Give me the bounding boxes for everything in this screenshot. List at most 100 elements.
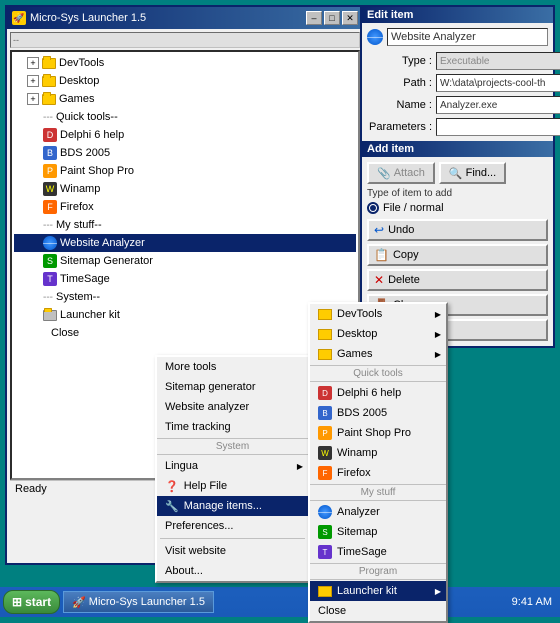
tree-item-paintshop[interactable]: P Paint Shop Pro (14, 162, 356, 180)
sub-close[interactable]: Close (310, 601, 446, 621)
taskbar-item-launcher[interactable]: 🚀 Micro-Sys Launcher 1.5 (63, 591, 214, 613)
tree-item-bds[interactable]: B BDS 2005 (14, 144, 356, 162)
ctx-time-tracking[interactable]: Time tracking (157, 417, 308, 437)
attach-button[interactable]: 📎 Attach (367, 162, 435, 184)
delete-button[interactable]: ✕ Delete (367, 269, 548, 291)
params-input[interactable] (436, 118, 560, 136)
tree-item-delphi[interactable]: D Delphi 6 help (14, 126, 356, 144)
sub-icon-paintshop: P (318, 426, 332, 440)
ctx-lingua[interactable]: Lingua (157, 456, 308, 476)
expand-devtools[interactable]: + (27, 57, 39, 69)
tree-item-mystuff: --- My stuff-- (14, 216, 356, 234)
sub-icon-delphi: D (318, 386, 332, 400)
ctx-visit-website[interactable]: Visit website (157, 541, 308, 561)
tree-item-firefox[interactable]: F Firefox (14, 198, 356, 216)
restore-button[interactable]: □ (324, 11, 340, 25)
radio-file-normal[interactable] (367, 202, 379, 214)
start-icon: ⊞ (12, 595, 22, 609)
tree-label-timesage: TimeSage (60, 273, 110, 285)
icon-webanalyzer (43, 236, 57, 250)
params-label: Parameters : (367, 121, 432, 133)
sub-winamp[interactable]: W Winamp (310, 443, 446, 463)
tree-item-devtools[interactable]: + DevTools (14, 54, 356, 72)
ctx-about[interactable]: About... (157, 561, 308, 581)
radio-file-label: File / normal (383, 202, 444, 214)
path-row: Path : (367, 74, 548, 92)
undo-label: Undo (388, 224, 414, 236)
tree-item-games[interactable]: + Games (14, 90, 356, 108)
sub-icon-winamp: W (318, 446, 332, 460)
tree-label-paintshop: Paint Shop Pro (60, 165, 134, 177)
sub-bds[interactable]: B BDS 2005 (310, 403, 446, 423)
sub-timesage[interactable]: T TimeSage (310, 542, 446, 562)
start-label: start (25, 595, 51, 609)
attach-icon: 📎 (377, 167, 391, 180)
sub-icon-sitemap: S (318, 525, 332, 539)
tree-label-quicktools: Quick tools-- (56, 111, 118, 123)
tree-label-bds: BDS 2005 (60, 147, 110, 159)
sub-bds-label: BDS 2005 (337, 407, 387, 419)
context-menu-submenu: DevTools Desktop Games Quick tools D Del… (308, 302, 448, 623)
ctx-about-label: About... (165, 565, 203, 577)
minimize-button[interactable]: – (306, 11, 322, 25)
sub-launcherkit[interactable]: Launcher kit (310, 581, 446, 601)
path-label: Path : (367, 77, 432, 89)
sub-analyzer[interactable]: Analyzer (310, 502, 446, 522)
sub-delphi[interactable]: D Delphi 6 help (310, 383, 446, 403)
ctx-sitemap-gen-label: Sitemap generator (165, 381, 256, 393)
sub-timesage-label: TimeSage (337, 546, 387, 558)
ctx-manage-items[interactable]: 🔧 Manage items... (157, 496, 308, 516)
app-icon: 🚀 (12, 11, 26, 25)
item-name-header-input[interactable] (387, 28, 548, 46)
tree-item-sitemapgen[interactable]: S Sitemap Generator (14, 252, 356, 270)
tree-item-winamp[interactable]: W Winamp (14, 180, 356, 198)
expand-desktop[interactable]: + (27, 75, 39, 87)
sub-sitemap[interactable]: S Sitemap (310, 522, 446, 542)
path-input[interactable] (436, 74, 560, 92)
close-button[interactable]: ✕ (342, 11, 358, 25)
sub-paintshop[interactable]: P Paint Shop Pro (310, 423, 446, 443)
toolbar-area: -- (10, 32, 360, 48)
edit-panel: Edit item Type : Path : Name : Parameter… (360, 5, 555, 348)
undo-button[interactable]: ↩ Undo (367, 219, 548, 241)
tree-item-launcherkit[interactable]: Launcher kit (14, 306, 356, 324)
status-text: Ready (15, 483, 47, 495)
name-row: Name : (367, 96, 548, 114)
sub-devtools[interactable]: DevTools (310, 304, 446, 324)
ctx-more-tools[interactable]: More tools (157, 357, 308, 377)
undo-icon: ↩ (374, 223, 384, 237)
expand-games[interactable]: + (27, 93, 39, 105)
find-icon: 🔍 (449, 167, 463, 180)
icon-delphi: D (43, 128, 57, 142)
dash-system: --- (43, 292, 53, 303)
tree-item-timesage[interactable]: T TimeSage (14, 270, 356, 288)
ctx-preferences[interactable]: Preferences... (157, 516, 308, 536)
context-menu-launcher: More tools Sitemap generator Website ana… (155, 355, 310, 583)
tree-item-close[interactable]: Close (14, 324, 356, 342)
sub-desktop[interactable]: Desktop (310, 324, 446, 344)
tree-label-launcherkit: Launcher kit (60, 309, 120, 321)
find-button[interactable]: 🔍 Find... (439, 162, 506, 184)
sub-devtools-label: DevTools (337, 308, 382, 320)
sub-icon-analyzer (318, 505, 332, 519)
copy-button[interactable]: 📋 Copy (367, 244, 548, 266)
type-input[interactable] (436, 52, 560, 70)
ctx-preferences-label: Preferences... (165, 520, 233, 532)
add-panel-title-text: Add item (367, 143, 414, 155)
tree-item-webanalyzer[interactable]: Website Analyzer (14, 234, 356, 252)
name-input[interactable] (436, 96, 560, 114)
sub-games[interactable]: Games (310, 344, 446, 364)
sub-winamp-label: Winamp (337, 447, 377, 459)
ctx-visit-website-label: Visit website (165, 545, 226, 557)
sub-firefox[interactable]: F Firefox (310, 463, 446, 483)
ctx-sitemap-gen[interactable]: Sitemap generator (157, 377, 308, 397)
ctx-website-analyzer-label: Website analyzer (165, 401, 249, 413)
ctx-help-file[interactable]: ❓ Help File (157, 476, 308, 496)
help-file-icon: ❓ (165, 480, 179, 493)
ctx-website-analyzer[interactable]: Website analyzer (157, 397, 308, 417)
tree-item-desktop[interactable]: + Desktop (14, 72, 356, 90)
ctx-manage-items-label: Manage items... (184, 500, 262, 512)
sub-section-program: Program (310, 563, 446, 580)
start-button[interactable]: ⊞ start (3, 590, 60, 614)
copy-label: Copy (393, 249, 419, 261)
